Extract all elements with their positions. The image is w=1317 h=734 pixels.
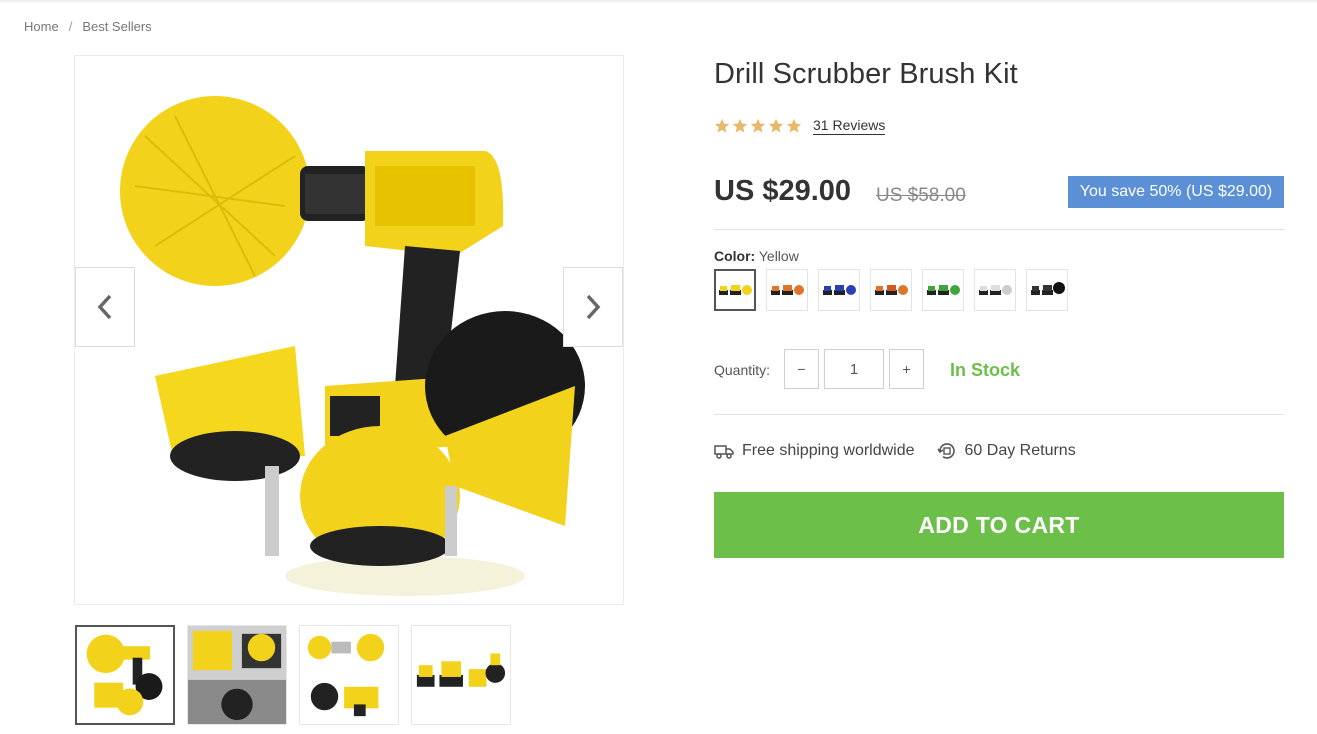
thumbnail-attachments-image bbox=[307, 633, 385, 717]
color-swatches bbox=[714, 269, 1068, 311]
thumbnail-brushes-row-image bbox=[416, 653, 506, 687]
main-product-image[interactable] bbox=[74, 55, 624, 605]
sale-price: US $29.00 bbox=[714, 175, 852, 207]
divider bbox=[714, 229, 1284, 230]
swatch-green-image bbox=[927, 285, 960, 295]
perks-row: Free shipping worldwide 60 Day Returns bbox=[714, 441, 1098, 461]
perk-returns: 60 Day Returns bbox=[936, 441, 1076, 461]
quantity-label: Quantity: bbox=[714, 362, 771, 378]
product-title: Drill Scrubber Brush Kit bbox=[714, 58, 1018, 90]
savings-badge: You save 50% (US $29.00) bbox=[1068, 176, 1284, 208]
reviews-link[interactable]: 31 Reviews bbox=[813, 117, 886, 135]
breadcrumb: Home / Best Sellers bbox=[24, 19, 152, 34]
quantity-increase-button[interactable]: + bbox=[889, 349, 924, 389]
gallery-thumbnails bbox=[75, 625, 511, 725]
product-rating: 31 Reviews bbox=[714, 117, 886, 135]
color-label-title: Color: bbox=[714, 248, 756, 264]
quantity-decrease-button[interactable]: − bbox=[784, 349, 819, 389]
swatch-orange[interactable] bbox=[766, 269, 808, 311]
thumbnail-kit-image bbox=[86, 634, 163, 716]
compare-at-price: US $58.00 bbox=[876, 185, 966, 206]
breadcrumb-separator: / bbox=[68, 19, 73, 34]
divider bbox=[714, 414, 1284, 415]
thumbnail-2[interactable] bbox=[187, 625, 287, 725]
perk-returns-label: 60 Day Returns bbox=[964, 442, 1076, 459]
swatch-black[interactable] bbox=[1026, 269, 1068, 311]
swatch-yellow-image bbox=[719, 285, 752, 295]
swatch-blue[interactable] bbox=[818, 269, 860, 311]
swatch-white[interactable] bbox=[974, 269, 1016, 311]
add-to-cart-button[interactable]: ADD TO CART bbox=[714, 492, 1284, 558]
perk-shipping-label: Free shipping worldwide bbox=[742, 442, 915, 459]
perk-shipping: Free shipping worldwide bbox=[714, 442, 915, 460]
star-icon bbox=[768, 118, 784, 133]
thumbnail-usage-image bbox=[188, 626, 286, 724]
swatch-black-image bbox=[1031, 282, 1065, 295]
breadcrumb-best-sellers-link[interactable]: Best Sellers bbox=[82, 19, 151, 34]
swatch-orange-black-image bbox=[875, 285, 908, 295]
thumbnail-4[interactable] bbox=[411, 625, 511, 725]
thumbnail-1[interactable] bbox=[75, 625, 175, 725]
star-icon bbox=[732, 118, 748, 133]
star-icon bbox=[750, 118, 766, 133]
selected-color-value: Yellow bbox=[758, 248, 799, 264]
swatch-yellow[interactable] bbox=[714, 269, 756, 311]
gallery-next-button[interactable] bbox=[563, 267, 623, 347]
gallery-prev-button[interactable] bbox=[75, 267, 135, 347]
swatch-orange-black[interactable] bbox=[870, 269, 912, 311]
chevron-left-icon bbox=[97, 294, 112, 320]
color-label: Color: Yellow bbox=[714, 248, 799, 264]
breadcrumb-home-link[interactable]: Home bbox=[24, 19, 59, 34]
top-shadow bbox=[0, 0, 1317, 4]
swatch-white-image bbox=[979, 285, 1012, 295]
returns-icon bbox=[936, 443, 955, 459]
swatch-green[interactable] bbox=[922, 269, 964, 311]
rating-stars bbox=[714, 118, 802, 134]
quantity-input[interactable] bbox=[824, 349, 884, 389]
drill-brush-kit-illustration bbox=[120, 96, 585, 596]
stock-status: In Stock bbox=[950, 360, 1021, 380]
chevron-right-icon bbox=[586, 294, 601, 320]
thumbnail-3[interactable] bbox=[299, 625, 399, 725]
swatch-orange-image bbox=[771, 285, 804, 295]
star-icon bbox=[786, 118, 802, 133]
truck-icon bbox=[714, 445, 734, 459]
swatch-blue-image bbox=[823, 285, 856, 295]
star-icon bbox=[714, 118, 730, 133]
